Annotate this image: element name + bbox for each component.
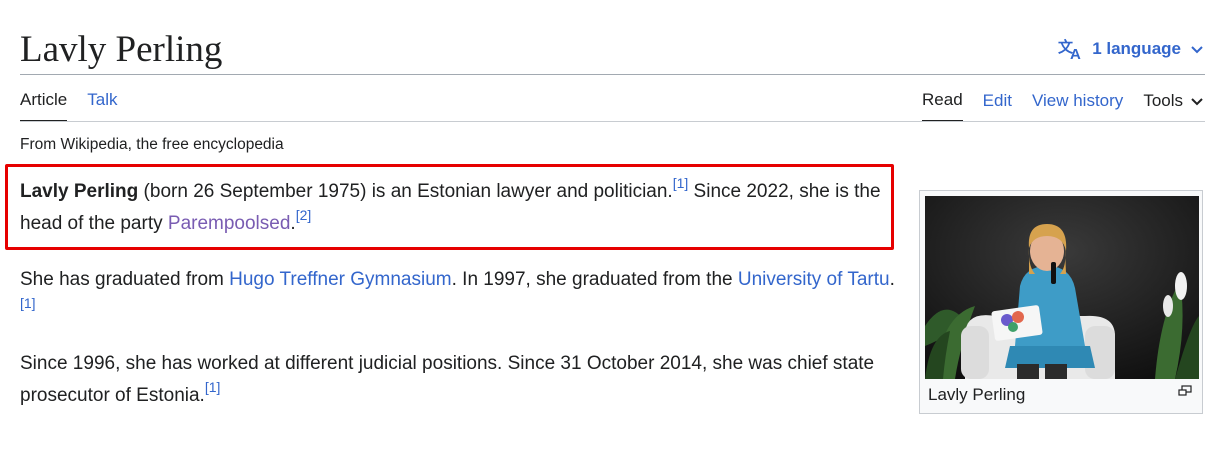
chevron-down-icon [1191, 46, 1203, 54]
text-segment: . In 1997, she graduated from the [451, 269, 738, 290]
tab-read[interactable]: Read [922, 90, 963, 122]
reference: [2] [296, 207, 312, 223]
subject-name: Lavly Perling [20, 181, 139, 202]
tab-edit[interactable]: Edit [983, 91, 1012, 121]
tab-talk[interactable]: Talk [87, 90, 117, 122]
text-segment: She has graduated from [20, 269, 230, 290]
language-button[interactable]: 文 A 1 language [1058, 38, 1205, 60]
university-link[interactable]: University of Tartu [738, 269, 890, 290]
text-segment: (born 26 September 1975) is an Estonian … [138, 181, 673, 202]
reference-link-1[interactable]: [1] [20, 295, 36, 311]
reference-link-2[interactable]: [2] [296, 207, 312, 223]
page-title: Lavly Perling [20, 29, 223, 70]
lead-paragraph: Lavly Perling (born 26 September 1975) i… [20, 176, 890, 240]
tab-view-history[interactable]: View history [1032, 91, 1123, 121]
text-segment: . [889, 269, 895, 290]
site-tagline: From Wikipedia, the free encyclopedia [20, 136, 284, 153]
text-segment: Since 1996, she has worked at different … [20, 353, 875, 406]
tabs-divider [20, 121, 1205, 122]
enlarge-icon[interactable] [1178, 385, 1192, 397]
tools-label: Tools [1143, 91, 1183, 110]
language-label: 1 language [1092, 39, 1181, 58]
chevron-down-icon [1191, 98, 1203, 106]
infobox-thumbnail: Lavly Perling [919, 190, 1203, 414]
namespace-tabs: Article Talk [20, 90, 117, 122]
tools-menu[interactable]: Tools [1143, 91, 1205, 121]
svg-text:A: A [1070, 46, 1081, 60]
tab-article[interactable]: Article [20, 90, 68, 122]
reference-link-1[interactable]: [1] [673, 175, 689, 191]
portrait-image[interactable] [925, 196, 1199, 379]
view-tabs: Read Edit View history Tools [922, 90, 1205, 122]
career-paragraph: Since 1996, she has worked at different … [20, 348, 900, 412]
reference: [1] [673, 175, 689, 191]
translate-icon: 文 A [1058, 38, 1081, 60]
party-link[interactable]: Parempoolsed [168, 213, 291, 234]
reference: [1] [20, 295, 36, 311]
image-caption: Lavly Perling [928, 385, 1026, 404]
reference-link-1[interactable]: [1] [205, 379, 221, 395]
education-paragraph: She has graduated from Hugo Treffner Gym… [20, 264, 900, 328]
title-divider [20, 74, 1205, 75]
reference: [1] [205, 379, 221, 395]
gymnasium-link[interactable]: Hugo Treffner Gymnasium [229, 269, 451, 290]
